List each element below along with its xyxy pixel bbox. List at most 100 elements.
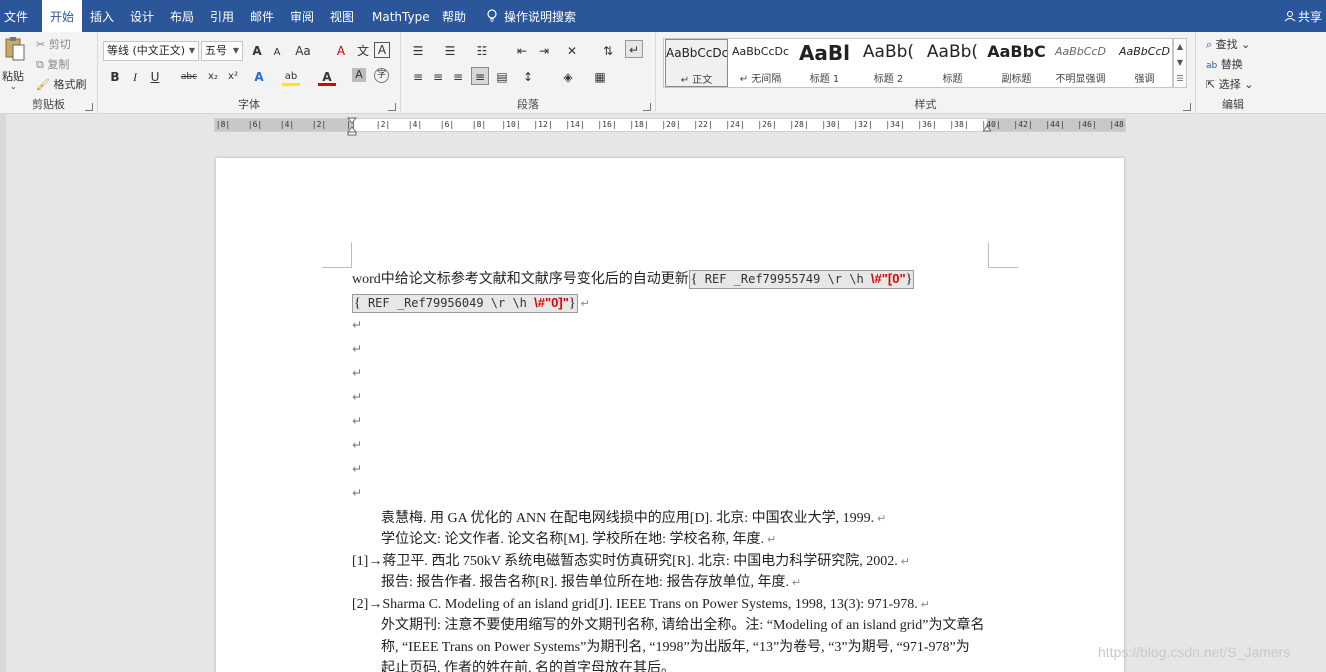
find-button[interactable]: ⌕ 查找 ⌄	[1206, 36, 1250, 52]
style-subtle-emphasis[interactable]: AaBbCcD 不明显强调	[1049, 39, 1112, 87]
phonetic-guide-button[interactable]: 文	[354, 42, 372, 60]
tell-me-search[interactable]: 操作说明搜索	[486, 0, 576, 32]
text-effect-button[interactable]: A	[250, 68, 268, 86]
menu-design[interactable]: 设计	[130, 0, 154, 32]
reference-line[interactable]: [2]→Sharma C. Modeling of an island grid…	[352, 594, 930, 616]
decrease-indent-icon[interactable]: ⇤	[513, 42, 531, 60]
sort-icon[interactable]: ⇅	[599, 42, 617, 60]
ruler-tick-label: |36|	[917, 120, 937, 129]
vertical-scrollbar[interactable]	[1318, 136, 1326, 672]
menu-bar: 文件 开始 插入 设计 布局 引用 邮件 审阅 视图 MathType 帮助 操…	[0, 0, 1326, 32]
menu-mathtype[interactable]: MathType	[372, 0, 430, 32]
grow-font-button[interactable]: A	[248, 42, 266, 60]
document-page[interactable]: word中给论文标参考文献和文献序号变化后的自动更新{ REF _Ref7995…	[216, 158, 1124, 672]
highlight-button[interactable]: ab	[282, 68, 300, 86]
style-title[interactable]: AaBb( 标题	[921, 39, 984, 87]
increase-indent-icon[interactable]: ⇥	[535, 42, 553, 60]
ruler-tick-label: |6|	[247, 120, 263, 129]
copy-button[interactable]: ⧉ 复制	[36, 56, 69, 72]
style-sample: AaBbCcDc	[731, 45, 790, 58]
font-group-label: 字体	[238, 98, 260, 111]
bold-button[interactable]: B	[106, 68, 124, 86]
bullets-icon[interactable]: ☰	[409, 42, 427, 60]
justify-icon[interactable]: ≡	[471, 67, 489, 85]
shading-icon[interactable]: ◈	[559, 68, 577, 86]
style-heading-1[interactable]: AaBl 标题 1	[793, 39, 856, 87]
field-ref-1[interactable]: { REF _Ref79955749 \r \h \#"[0"}	[688, 270, 915, 289]
field-switch-1: \#"[0"	[870, 271, 906, 286]
italic-button[interactable]: I	[126, 68, 144, 86]
style-subtitle[interactable]: AaBbC 副标题	[985, 39, 1048, 87]
field-ref-2[interactable]: { REF _Ref79956049 \r \h \#"0]"}	[352, 294, 578, 313]
style-sample: AaBb(	[862, 42, 915, 62]
align-right-icon[interactable]: ≡	[449, 68, 467, 86]
menu-home[interactable]: 开始	[42, 0, 83, 32]
replace-button[interactable]: ab 替换	[1206, 56, 1243, 72]
reference-line[interactable]: 起止页码, 作者的姓在前, 名的首字母放在其后。	[381, 658, 675, 672]
reference-line[interactable]: 袁慧梅. 用 GA 优化的 ANN 在配电网线损中的应用[D]. 北京: 中国农…	[381, 508, 886, 530]
styles-launcher-icon[interactable]	[1183, 103, 1191, 111]
line-spacing-icon[interactable]: ↕	[519, 68, 537, 86]
ruler-tick-label: |24|	[725, 120, 745, 129]
paragraph-launcher-icon[interactable]	[643, 103, 651, 111]
menu-review[interactable]: 审阅	[290, 0, 314, 32]
show-marks-icon[interactable]: ↵	[625, 40, 643, 58]
align-left-icon[interactable]: ≡	[409, 68, 427, 86]
gallery-scrollbar[interactable]: ▲ ▼ ☰	[1173, 38, 1187, 88]
field-open-brace: {	[354, 296, 361, 311]
style-emphasis[interactable]: AaBbCcD 强调	[1113, 39, 1176, 87]
reference-line[interactable]: [1]→蒋卫平. 西北 750kV 系统电磁暂态实时仿真研究[R]. 北京: 中…	[352, 551, 910, 573]
clear-format-button[interactable]: A	[332, 42, 350, 60]
ruler-tick-label: |16|	[597, 120, 617, 129]
reference-line[interactable]: 报告: 报告作者. 报告名称[R]. 报告单位所在地: 报告存放单位, 年度. ↵	[381, 572, 801, 594]
margin-corner-tr	[988, 242, 1018, 268]
margin-corner-tl	[322, 242, 352, 268]
menu-layout[interactable]: 布局	[170, 0, 194, 32]
font-launcher-icon[interactable]	[388, 103, 396, 111]
font-color-button[interactable]: A	[318, 68, 336, 86]
underline-button[interactable]: U	[146, 68, 164, 86]
ruler-tick-label: |46|	[1077, 120, 1097, 129]
menu-view[interactable]: 视图	[330, 0, 354, 32]
borders-icon[interactable]: ▦	[591, 68, 609, 86]
shrink-font-button[interactable]: A	[268, 44, 286, 62]
reference-line[interactable]: 外文期刊: 注意不要使用缩写的外文期刊名称, 请给出全称。注: “Modelin…	[381, 615, 985, 637]
style-heading-2[interactable]: AaBb( 标题 2	[857, 39, 920, 87]
paste-button[interactable]: 粘贴 ⌄	[2, 36, 28, 94]
subscript-button[interactable]: x₂	[204, 68, 222, 86]
superscript-button[interactable]: x²	[224, 68, 242, 86]
chevron-down-icon: ▼	[188, 46, 195, 55]
menu-file[interactable]: 文件	[4, 0, 28, 32]
right-indent-marker-icon[interactable]	[983, 118, 991, 132]
share-button[interactable]: 共享	[1284, 0, 1322, 32]
font-size-select[interactable]: 五号 ▼	[201, 41, 243, 61]
reference-line[interactable]: 称, “IEEE Trans on Power Systems”为期刊名, “1…	[381, 637, 970, 659]
strikethrough-button[interactable]: abc	[178, 68, 200, 86]
style-normal[interactable]: AaBbCcDc ↵ 正文	[665, 39, 728, 87]
menu-help[interactable]: 帮助	[442, 0, 466, 32]
format-painter-button[interactable]: 🖌 格式刷	[36, 76, 86, 92]
char-border-button[interactable]: A	[374, 42, 390, 58]
font-name-select[interactable]: 等线 (中文正文) ▼	[103, 41, 199, 61]
chinese-layout-icon[interactable]: ✕	[563, 42, 581, 60]
change-case-button[interactable]: Aa	[292, 42, 314, 60]
reference-line[interactable]: 学位论文: 论文作者. 论文名称[M]. 学校所在地: 学校名称, 年度. ↵	[381, 529, 776, 551]
multilevel-list-icon[interactable]: ☷	[473, 42, 491, 60]
cut-button[interactable]: ✂ 剪切	[36, 36, 71, 52]
select-button[interactable]: ⇱ 选择 ⌄	[1206, 76, 1253, 92]
char-shading-button[interactable]: A	[352, 68, 366, 82]
style-no-spacing[interactable]: AaBbCcDc ↵ 无间隔	[729, 39, 792, 87]
menu-insert[interactable]: 插入	[90, 0, 114, 32]
field-close-brace: }	[568, 296, 576, 311]
document-heading-paragraph[interactable]: word中给论文标参考文献和文献序号变化后的自动更新{ REF _Ref7995…	[352, 268, 992, 316]
menu-references[interactable]: 引用	[210, 0, 234, 32]
field-close-brace: }	[905, 272, 913, 287]
enclose-char-button[interactable]: 字	[374, 68, 389, 83]
clipboard-launcher-icon[interactable]	[85, 103, 93, 111]
numbering-icon[interactable]: ☰	[441, 42, 459, 60]
align-center-icon[interactable]: ≡	[429, 68, 447, 86]
indent-marker-icon[interactable]	[347, 114, 357, 136]
ruler-tick-label: |28|	[789, 120, 809, 129]
distribute-icon[interactable]: ▤	[493, 68, 511, 86]
menu-mailings[interactable]: 邮件	[250, 0, 274, 32]
